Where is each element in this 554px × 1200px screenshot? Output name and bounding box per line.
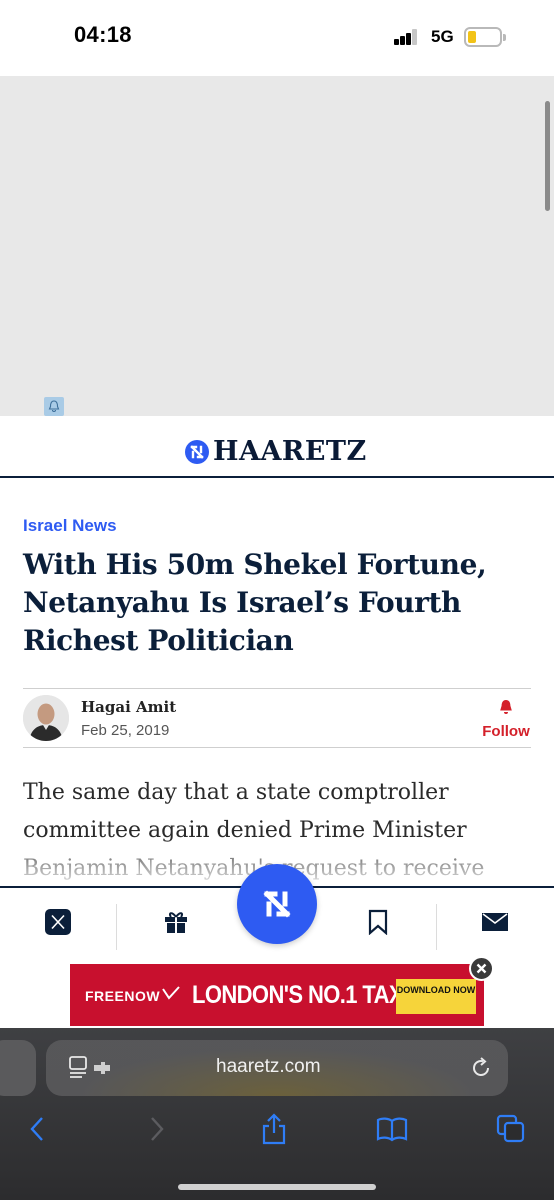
- section-link[interactable]: Israel News: [23, 516, 117, 536]
- haaretz-logo-icon: [263, 890, 291, 918]
- email-share-button[interactable]: [475, 902, 515, 942]
- chevron-right-icon: [151, 1117, 164, 1141]
- bookmark-button[interactable]: [358, 902, 398, 942]
- tabs-icon: [496, 1114, 525, 1143]
- article-headline: With His 50m Shekel Fortune, Netanyahu I…: [23, 548, 487, 657]
- bell-icon: [500, 700, 512, 714]
- x-share-button[interactable]: [38, 902, 78, 942]
- battery-icon: [464, 27, 506, 47]
- home-indicator: [178, 1184, 376, 1190]
- signal-icon: [394, 29, 420, 45]
- author-name[interactable]: Hagai Amit: [81, 698, 176, 716]
- haaretz-logo-text: HAARETZ: [213, 436, 367, 467]
- back-button[interactable]: [20, 1112, 54, 1146]
- status-time: 04:18: [74, 22, 132, 47]
- ad-brand: FREENOW: [85, 988, 161, 1004]
- status-bar: 04:18 5G: [0, 0, 554, 76]
- network-type: 5G: [431, 27, 454, 46]
- ad-close-button[interactable]: [469, 956, 494, 981]
- gift-button[interactable]: [156, 902, 196, 942]
- bookmark-icon: [368, 909, 388, 935]
- haaretz-logo-icon: [185, 439, 209, 464]
- forward-button[interactable]: [140, 1112, 174, 1146]
- browser-chrome: haaretz.com: [0, 1028, 554, 1200]
- bookmarks-button[interactable]: [375, 1112, 409, 1146]
- chevron-left-icon: [30, 1117, 43, 1141]
- scrollbar[interactable]: [545, 101, 550, 211]
- page-menu-icon[interactable]: [68, 1055, 116, 1081]
- url-text[interactable]: haaretz.com: [216, 1056, 321, 1078]
- ad-brand-chevron-icon: [162, 986, 180, 1000]
- ad-cta-button[interactable]: DOWNLOAD NOW: [396, 979, 476, 1014]
- close-icon: [476, 963, 487, 974]
- follow-button[interactable]: Follow: [481, 699, 531, 740]
- reload-icon[interactable]: [468, 1055, 494, 1081]
- ad-banner-bottom[interactable]: FREENOW LONDON'S NO.1 TAXI APP DOWNLOAD …: [70, 964, 484, 1026]
- share-icon: [262, 1113, 286, 1145]
- author-avatar[interactable]: [23, 695, 69, 741]
- previous-tab-address-bar[interactable]: [0, 1040, 36, 1096]
- haaretz-logo[interactable]: HAARETZ: [185, 436, 367, 467]
- ad-banner-top[interactable]: [0, 76, 554, 416]
- share-button[interactable]: [257, 1112, 291, 1146]
- mail-icon: [482, 913, 508, 931]
- haaretz-home-button[interactable]: [237, 864, 317, 944]
- x-icon: [45, 909, 71, 935]
- gift-icon: [165, 912, 187, 933]
- browser-toolbar: [0, 1112, 554, 1152]
- book-icon: [376, 1117, 408, 1142]
- byline: Hagai Amit Feb 25, 2019 Follow: [23, 688, 531, 748]
- ad-choices-icon[interactable]: [44, 397, 64, 416]
- tabs-button[interactable]: [494, 1112, 528, 1146]
- publish-date: Feb 25, 2019: [81, 722, 170, 739]
- follow-label: Follow: [482, 723, 530, 740]
- address-bar[interactable]: haaretz.com: [46, 1040, 508, 1096]
